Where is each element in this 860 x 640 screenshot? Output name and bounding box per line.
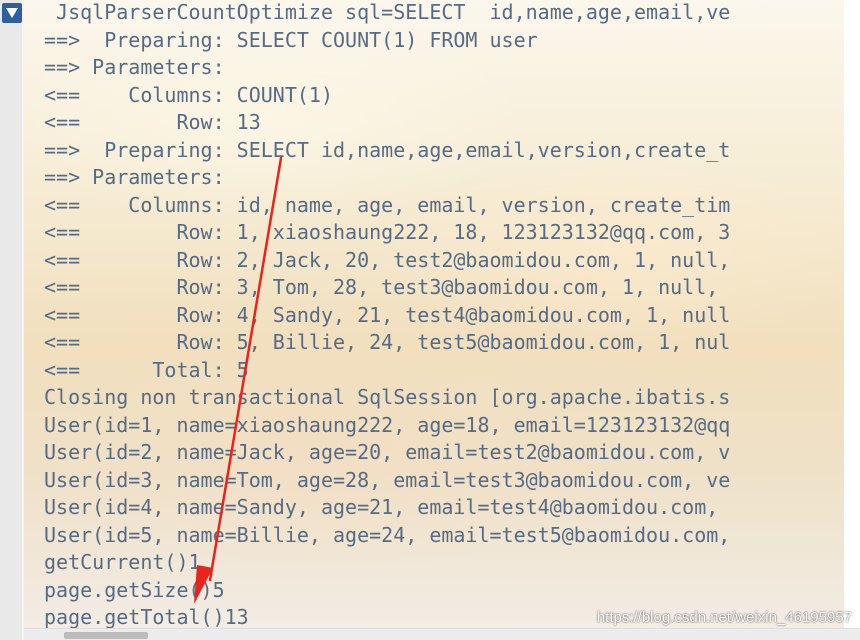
- log-line: User(id=2, name=Jack, age=20, email=test…: [44, 440, 731, 464]
- log-line: ==> Preparing: SELECT id,name,age,email,…: [44, 137, 731, 162]
- console-output[interactable]: JsqlParserCountOptimize sql=SELECT id,na…: [24, 0, 844, 628]
- log-line: ==> Parameters:: [44, 55, 237, 79]
- log-line: <== Columns: id, name, age, email, versi…: [44, 192, 731, 217]
- log-line: User(id=4, name=Sandy, age=21, email=tes…: [44, 495, 719, 519]
- log-line: User(id=5, name=Billie, age=24, email=te…: [44, 522, 731, 547]
- log-line: Closing non transactional SqlSession [or…: [44, 385, 731, 409]
- log-line: <== Row: 4, Sandy, 21, test4@baomidou.co…: [44, 302, 731, 327]
- horizontal-scrollbar[interactable]: [24, 628, 860, 640]
- log-line: <== Row: 3, Tom, 28, test3@baomidou.com,…: [44, 275, 719, 299]
- log-line: <== Row: 5, Billie, 24, test5@baomidou.c…: [44, 330, 731, 354]
- log-line: JsqlParserCountOptimize sql=SELECT id,na…: [44, 0, 731, 24]
- log-line: <== Columns: COUNT(1): [44, 82, 333, 107]
- scrollbar-thumb[interactable]: [64, 632, 148, 639]
- log-line: <== Row: 1, xiaoshaung222, 18, 123123132…: [44, 220, 731, 244]
- console-gutter: [0, 0, 23, 640]
- console-window: JsqlParserCountOptimize sql=SELECT id,na…: [0, 0, 860, 640]
- triangle-down-icon: [6, 8, 18, 18]
- collapse-button[interactable]: [2, 3, 22, 23]
- log-line: ==> Parameters:: [44, 165, 237, 189]
- log-line: <== Row: 13: [44, 110, 261, 134]
- log-lines: JsqlParserCountOptimize sql=SELECT id,na…: [44, 0, 730, 628]
- log-line: getCurrent()1: [44, 550, 201, 574]
- log-line: User(id=3, name=Tom, age=28, email=test3…: [44, 467, 731, 492]
- log-line: <== Row: 2, Jack, 20, test2@baomidou.com…: [44, 247, 731, 272]
- log-line: ==> Preparing: SELECT COUNT(1) FROM user: [44, 27, 538, 52]
- watermark-url: https://blog.csdn.net/weixin_46195957: [596, 609, 852, 626]
- log-line: User(id=1, name=xiaoshaung222, age=18, e…: [44, 412, 731, 437]
- console-right-edge: [844, 0, 860, 628]
- log-line: page.getSize()5: [44, 577, 225, 602]
- log-line: <== Total: 5: [44, 357, 249, 382]
